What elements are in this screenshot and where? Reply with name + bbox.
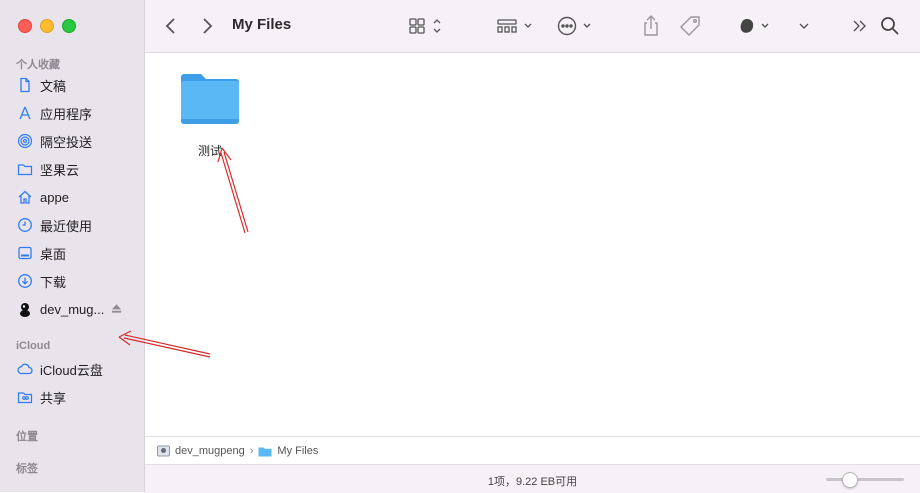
- group-icon: [497, 19, 532, 33]
- document-icon: [16, 76, 34, 94]
- sidebar-item-icloud-drive[interactable]: iCloud云盘: [16, 357, 136, 381]
- sidebar-item-label: dev_mug...: [40, 301, 105, 317]
- airdrop-icon: [16, 132, 34, 150]
- chevron-right-icon: [203, 18, 213, 34]
- sidebar-item-label: 隔空投送: [40, 134, 93, 150]
- back-button[interactable]: [163, 14, 179, 38]
- sidebar-item-label: 共享: [40, 390, 67, 406]
- grid-view-icon: [409, 18, 441, 34]
- view-mode-button[interactable]: [409, 14, 443, 38]
- sidebar-item-jianguoyun[interactable]: 坚果云: [16, 157, 136, 181]
- tag-button[interactable]: [680, 14, 702, 38]
- icloud-section-title: iCloud: [16, 340, 51, 352]
- slider-knob[interactable]: [842, 472, 858, 488]
- sidebar-item-applications[interactable]: 应用程序: [16, 101, 136, 125]
- sidebar-item-label: 桌面: [40, 246, 67, 262]
- favorites-section-title: 个人收藏: [16, 59, 60, 71]
- status-bar: 1项，9.22 EB可用: [145, 464, 920, 493]
- drive-icon: [157, 445, 170, 457]
- sidebar-item-desktop[interactable]: 桌面: [16, 241, 136, 265]
- sidebar-item-recents[interactable]: 最近使用: [16, 213, 136, 237]
- sidebar-item-documents[interactable]: 文稿: [16, 73, 136, 97]
- tag-icon: [680, 16, 700, 36]
- sidebar-item-label: iCloud云盘: [40, 362, 103, 378]
- finder-window: 个人收藏 文稿 应用程序 隔空投送 坚果云 appe 最近使用 桌面 下载 de…: [0, 0, 920, 493]
- sidebar: 个人收藏 文稿 应用程序 隔空投送 坚果云 appe 最近使用 桌面 下载 de…: [0, 0, 145, 492]
- window-controls: [18, 19, 76, 33]
- toolbar: My Files: [145, 0, 920, 53]
- extension-dropdown-button[interactable]: [797, 14, 811, 38]
- share-button[interactable]: [642, 14, 660, 38]
- folder-icon: [258, 447, 272, 456]
- tags-section-title[interactable]: 标签: [16, 460, 38, 476]
- forward-button[interactable]: [199, 14, 215, 38]
- share-icon: [644, 15, 658, 36]
- chevron-left-icon: [165, 18, 175, 34]
- icon-size-slider[interactable]: [826, 472, 904, 488]
- close-button[interactable]: [18, 19, 32, 33]
- minimize-button[interactable]: [40, 19, 54, 33]
- status-text: 1项，9.22 EB可用: [487, 476, 578, 488]
- group-button[interactable]: [497, 14, 535, 38]
- shared-folder-icon: [16, 388, 34, 406]
- double-chevron-right-icon: [853, 20, 866, 32]
- sidebar-item-label: 下载: [40, 274, 67, 290]
- home-icon: [16, 188, 34, 206]
- path-bar: dev_mugpeng › My Files: [145, 436, 920, 465]
- breadcrumb-item[interactable]: dev_mugpeng: [157, 445, 245, 457]
- search-button[interactable]: [880, 14, 900, 38]
- sidebar-item-dev-mugpeng[interactable]: dev_mug...: [16, 297, 136, 321]
- download-icon: [16, 272, 34, 290]
- eject-icon[interactable]: [111, 302, 122, 317]
- sidebar-item-label: 坚果云: [40, 162, 80, 178]
- clock-icon: [16, 216, 34, 234]
- folder-icon: [181, 74, 239, 124]
- zoom-button[interactable]: [62, 19, 76, 33]
- breadcrumb-label: dev_mugpeng: [175, 445, 245, 457]
- avatar-icon: [16, 300, 34, 318]
- sidebar-item-label: 最近使用: [40, 218, 93, 234]
- search-icon: [881, 17, 899, 35]
- sidebar-item-home[interactable]: appe: [16, 185, 136, 209]
- folder-icon: [16, 160, 34, 178]
- breadcrumb-item[interactable]: My Files: [258, 445, 318, 457]
- breadcrumb-separator-icon: ›: [249, 445, 254, 457]
- file-browser-content[interactable]: 测试: [145, 53, 920, 436]
- locations-section-title[interactable]: 位置: [16, 428, 38, 444]
- toolbar-overflow-button[interactable]: [851, 14, 869, 38]
- chevron-down-icon: [799, 23, 809, 29]
- sidebar-item-airdrop[interactable]: 隔空投送: [16, 129, 136, 153]
- window-title: My Files: [232, 16, 292, 33]
- sidebar-item-label: 应用程序: [40, 106, 93, 122]
- sidebar-item-shared[interactable]: 共享: [16, 385, 136, 409]
- nut-icon: [740, 19, 769, 33]
- desktop-icon: [16, 244, 34, 262]
- applications-icon: [16, 104, 34, 122]
- sidebar-item-label: 文稿: [40, 78, 67, 94]
- jianguoyun-extension-button[interactable]: [738, 14, 774, 38]
- sidebar-item-downloads[interactable]: 下载: [16, 269, 136, 293]
- cloud-icon: [16, 360, 34, 378]
- folder-item[interactable]: 测试: [177, 71, 243, 159]
- action-button[interactable]: [557, 14, 595, 38]
- more-options-icon: [557, 16, 591, 36]
- folder-label: 测试: [197, 144, 222, 158]
- breadcrumb-label: My Files: [277, 445, 319, 457]
- sidebar-item-label: appe: [40, 189, 69, 205]
